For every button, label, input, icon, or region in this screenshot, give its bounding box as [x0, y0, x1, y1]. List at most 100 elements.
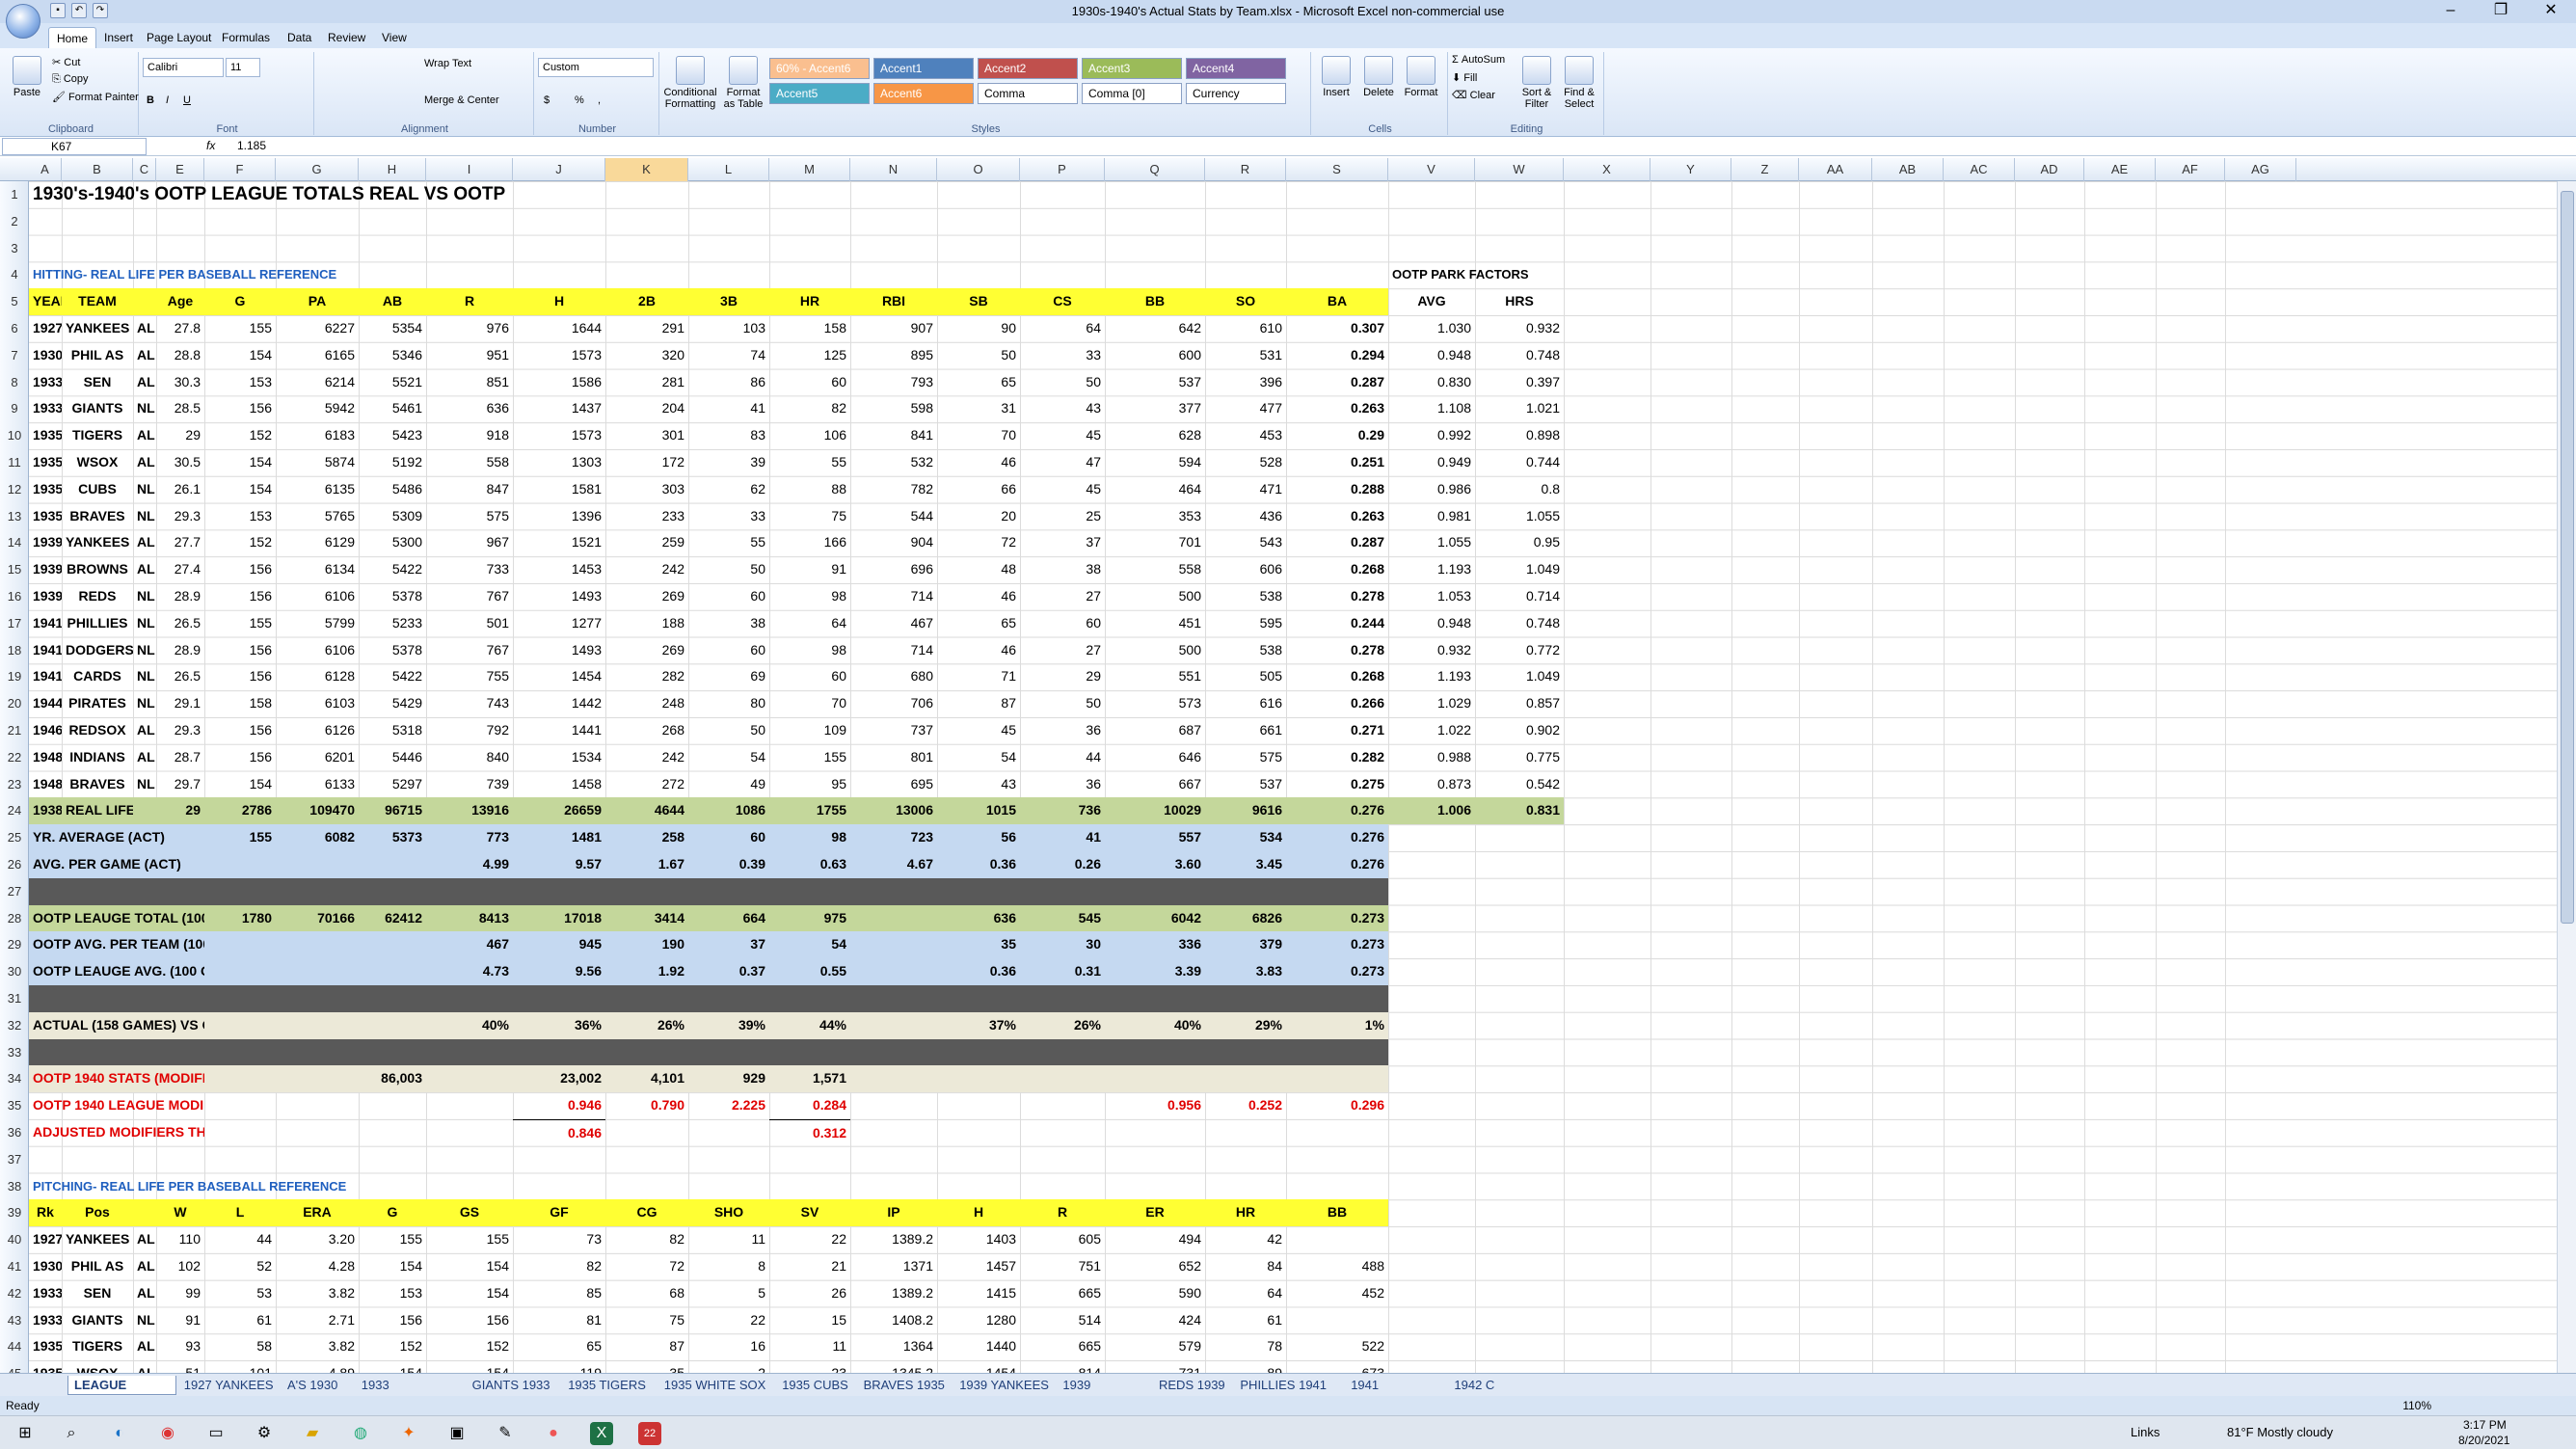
data-cell[interactable]: 1935 — [29, 449, 62, 476]
column-label[interactable]: H — [937, 1199, 1020, 1226]
data-cell[interactable]: PHILLIES — [62, 610, 133, 637]
pitching-cell[interactable]: 2 — [688, 1360, 769, 1373]
column-label[interactable] — [133, 288, 156, 315]
data-cell[interactable]: 0.268 — [1286, 663, 1388, 690]
data-cell[interactable]: 109 — [769, 717, 850, 744]
avg_game-value[interactable]: 0.276 — [1286, 851, 1388, 878]
excel-icon[interactable]: X — [590, 1422, 613, 1445]
data-cell[interactable]: 70 — [937, 422, 1020, 449]
column-header[interactable]: I — [426, 158, 513, 181]
data-cell[interactable]: 60 — [1020, 610, 1105, 637]
data-cell[interactable]: 1.049 — [1475, 556, 1564, 583]
data-cell[interactable]: 88 — [769, 476, 850, 503]
column-label[interactable]: IP — [850, 1199, 937, 1226]
row-header[interactable]: 21 — [0, 717, 29, 744]
pitching-cell[interactable]: 731 — [1105, 1360, 1205, 1373]
bold-button[interactable]: B — [147, 94, 154, 106]
data-cell[interactable]: 840 — [426, 744, 513, 771]
data-cell[interactable]: 0.271 — [1286, 717, 1388, 744]
diff-value[interactable]: 26% — [1020, 1012, 1105, 1039]
data-cell[interactable]: 1941 — [29, 610, 62, 637]
ootp_total-value[interactable]: 636 — [937, 905, 1020, 932]
pitching-cell[interactable]: AL — [133, 1360, 156, 1373]
ootp_avg-value[interactable]: 0.273 — [1286, 958, 1388, 985]
data-cell[interactable]: 1573 — [513, 422, 605, 449]
column-label[interactable]: Pos — [62, 1199, 133, 1226]
data-cell[interactable]: 1458 — [513, 771, 605, 798]
data-cell[interactable]: 1.193 — [1388, 556, 1475, 583]
row-header[interactable]: 1 — [0, 181, 29, 208]
data-cell[interactable]: 48 — [937, 556, 1020, 583]
data-cell[interactable]: 538 — [1205, 583, 1286, 610]
data-cell[interactable]: 282 — [605, 663, 688, 690]
real-life-cell[interactable]: 29 — [156, 797, 204, 824]
data-cell[interactable]: 71 — [937, 663, 1020, 690]
data-cell[interactable]: 46 — [937, 637, 1020, 664]
row-header[interactable]: 37 — [0, 1146, 29, 1173]
pitching-cell[interactable]: 514 — [1020, 1307, 1105, 1334]
data-cell[interactable]: 29.7 — [156, 771, 204, 798]
data-cell[interactable]: 242 — [605, 744, 688, 771]
data-cell[interactable]: 1944 — [29, 690, 62, 717]
data-cell[interactable]: 0.542 — [1475, 771, 1564, 798]
data-cell[interactable]: 28.8 — [156, 342, 204, 369]
column-label[interactable]: CG — [605, 1199, 688, 1226]
row-header[interactable]: 16 — [0, 583, 29, 610]
data-cell[interactable]: 72 — [937, 529, 1020, 556]
row-header[interactable]: 35 — [0, 1092, 29, 1119]
data-cell[interactable]: 30.5 — [156, 449, 204, 476]
data-cell[interactable]: 0.294 — [1286, 342, 1388, 369]
find-select-button[interactable]: Find & Select — [1560, 56, 1598, 110]
data-cell[interactable]: 0.772 — [1475, 637, 1564, 664]
data-cell[interactable]: NL — [133, 395, 156, 422]
data-cell[interactable]: BROWNS — [62, 556, 133, 583]
pitching-cell[interactable]: 99 — [156, 1280, 204, 1307]
data-cell[interactable]: TIGERS — [62, 422, 133, 449]
data-cell[interactable]: 0.992 — [1388, 422, 1475, 449]
column-header[interactable]: H — [359, 158, 426, 181]
scroll-thumb[interactable] — [2561, 191, 2574, 924]
data-cell[interactable]: 595 — [1205, 610, 1286, 637]
data-cell[interactable]: 5192 — [359, 449, 426, 476]
data-cell[interactable]: 918 — [426, 422, 513, 449]
real-life-cell[interactable]: 13006 — [850, 797, 937, 824]
data-cell[interactable]: 60 — [688, 583, 769, 610]
ootp_team-value[interactable]: 0.273 — [1286, 931, 1388, 958]
diff-value[interactable]: 40% — [426, 1012, 513, 1039]
pitching-cell[interactable]: 44 — [204, 1226, 276, 1253]
data-cell[interactable]: 50 — [688, 556, 769, 583]
data-cell[interactable]: 5446 — [359, 744, 426, 771]
data-cell[interactable]: 0.988 — [1388, 744, 1475, 771]
real-life-cell[interactable]: REAL LIFE — [62, 797, 133, 824]
yr_avg-value[interactable]: 5373 — [359, 824, 426, 851]
data-cell[interactable]: 0.949 — [1388, 449, 1475, 476]
cell-style-option[interactable]: Currency — [1186, 83, 1286, 104]
pitching-cell[interactable]: GIANTS — [62, 1307, 133, 1334]
yr_avg-value[interactable]: 56 — [937, 824, 1020, 851]
minimize-button[interactable]: – — [2426, 0, 2476, 23]
data-cell[interactable]: 6134 — [276, 556, 359, 583]
sheet-tab[interactable]: 1935 TIGERS — [562, 1376, 657, 1395]
data-cell[interactable]: 28.9 — [156, 637, 204, 664]
ootp_total-value[interactable]: 6826 — [1205, 905, 1286, 932]
pitching-cell[interactable]: 82 — [605, 1226, 688, 1253]
data-cell[interactable]: 0.287 — [1286, 369, 1388, 396]
data-cell[interactable]: 0.898 — [1475, 422, 1564, 449]
row-header[interactable]: 9 — [0, 395, 29, 422]
ootp_team-value[interactable]: 336 — [1105, 931, 1205, 958]
data-cell[interactable]: 1442 — [513, 690, 605, 717]
ootp_avg-value[interactable]: 9.56 — [513, 958, 605, 985]
pitching-cell[interactable]: 1408.2 — [850, 1307, 937, 1334]
data-cell[interactable]: 0.263 — [1286, 503, 1388, 530]
pitching-cell[interactable]: 156 — [359, 1307, 426, 1334]
data-cell[interactable]: 0.251 — [1286, 449, 1388, 476]
data-cell[interactable]: 28.9 — [156, 583, 204, 610]
data-cell[interactable]: 5318 — [359, 717, 426, 744]
ootp_total-value[interactable]: 1780 — [204, 905, 276, 932]
data-cell[interactable]: 706 — [850, 690, 937, 717]
sheet-tab[interactable]: 1935 WHITE SOX — [658, 1376, 774, 1395]
pitching-cell[interactable]: 2.71 — [276, 1307, 359, 1334]
data-cell[interactable]: 1933 — [29, 395, 62, 422]
app-icon-3[interactable]: ▣ — [445, 1422, 469, 1445]
pitching-cell[interactable]: 814 — [1020, 1360, 1105, 1373]
